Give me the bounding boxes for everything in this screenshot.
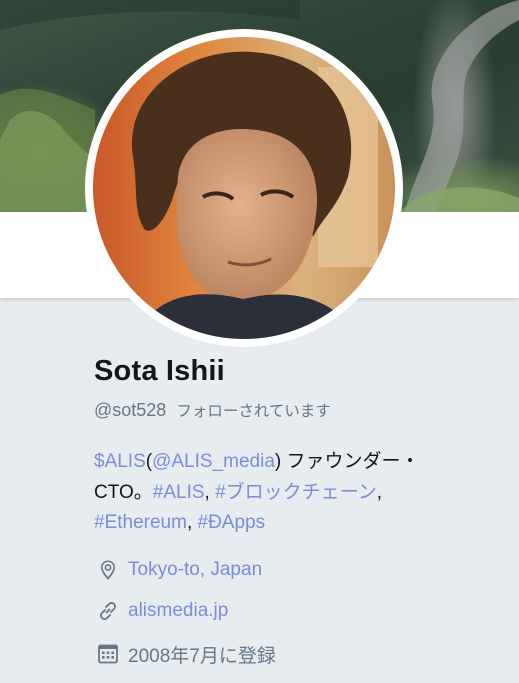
- avatar-photo: [93, 37, 395, 339]
- bio-mention-alis-media[interactable]: @ALIS_media: [152, 451, 275, 472]
- profile-handle[interactable]: @sot528: [94, 400, 166, 420]
- calendar-icon: [94, 640, 122, 668]
- joined-date: 2008年7月に登録: [128, 645, 276, 667]
- bio-hashtag-alis[interactable]: #ALIS: [153, 482, 205, 503]
- bio-text: CTO。: [94, 481, 153, 503]
- bio-text: ,: [186, 512, 198, 533]
- bio-text: ,: [376, 481, 382, 503]
- joined-row: 2008年7月に登録: [94, 640, 276, 668]
- website-link[interactable]: alismedia.jp: [128, 600, 228, 622]
- profile-bio: $ALIS(@ALIS_media) ファウンダー・ CTO。#ALIS, #ブ…: [94, 447, 494, 539]
- link-icon: [94, 597, 122, 625]
- location-text[interactable]: Tokyo-to, Japan: [128, 559, 262, 581]
- location-row: Tokyo-to, Japan: [94, 556, 262, 584]
- bio-text: ) ファウンダー・: [274, 451, 420, 472]
- bio-hashtag-dapps[interactable]: #ÐApps: [198, 512, 266, 533]
- bio-text: ,: [204, 481, 216, 503]
- bio-hashtag-ethereum[interactable]: #Ethereum: [94, 512, 187, 533]
- follows-you-badge: フォローされています: [176, 403, 331, 420]
- profile-handle-row: @sot528 フォローされています: [94, 399, 331, 421]
- map-pin-icon: [94, 556, 122, 584]
- bio-cashtag-alis[interactable]: $ALIS: [94, 451, 146, 472]
- avatar[interactable]: [93, 37, 395, 339]
- profile-name: Sota Ishii: [94, 355, 225, 387]
- bio-hashtag-blockchain[interactable]: #ブロックチェーン: [215, 482, 377, 503]
- website-row: alismedia.jp: [94, 597, 228, 625]
